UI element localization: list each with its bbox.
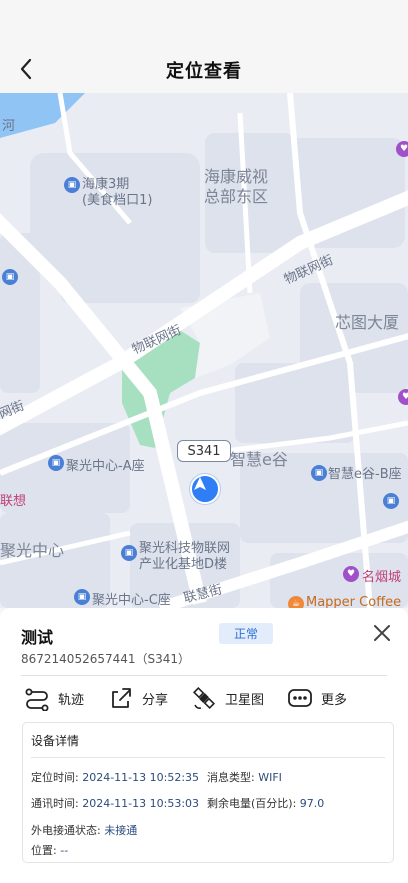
status-badge: 正常 (219, 623, 273, 644)
map-label-hikvision-hq-2: 总部东区 (204, 187, 269, 206)
position-key: 位置: (31, 844, 57, 857)
device-details-card: 设备详情 定位时间: 2024-11-13 10:52:35 消息类型: WIF… (22, 722, 394, 863)
divider (21, 675, 387, 676)
map-label-river: 河 (2, 119, 16, 134)
power-row: 外电接通状态: 未接通 (31, 822, 137, 838)
map-label-jg-tech-2: 产业化基地D楼 (139, 557, 228, 572)
map-label-meishi: (美食档口1) (82, 193, 153, 208)
satellite-button[interactable]: 卫星图 (191, 683, 264, 713)
poi-building-icon: ▣ (48, 455, 64, 471)
top-nav-bar: 定位查看 (0, 0, 408, 93)
device-imei: 867214052657441（S341） (21, 652, 191, 666)
track-label: 轨迹 (58, 692, 85, 708)
map-label-jg-center: 聚光中心 (0, 541, 65, 560)
poi-building-icon: ▣ (121, 545, 137, 561)
share-icon (108, 685, 134, 711)
battery-row: 剩余电量(百分比): 97.0 (207, 795, 324, 811)
device-name: 测试 (21, 628, 54, 647)
satellite-label: 卫星图 (225, 692, 265, 708)
battery-value: 97.0 (299, 797, 325, 810)
map-label-zhihui-egu: 智慧e谷 (230, 450, 288, 469)
map-label-xintu: 芯图大厦 (335, 313, 400, 332)
locate-time-key: 定位时间: (31, 771, 79, 784)
satellite-icon (191, 685, 217, 711)
locate-time-value: 2024-11-13 10:52:35 (82, 771, 200, 784)
share-label: 分享 (142, 692, 169, 708)
details-divider (31, 757, 385, 758)
poi-shop-icon: ♥ (396, 141, 408, 157)
poi-shop-icon: ♥ (398, 389, 408, 405)
close-icon (374, 625, 390, 641)
page-title: 定位查看 (166, 61, 242, 82)
track-route-icon (24, 685, 50, 711)
poi-coffee-icon: ☕ (288, 596, 304, 608)
map-label-jg-c: 聚光中心-C座 (92, 593, 171, 608)
comm-time-key: 通讯时间: (31, 797, 79, 810)
more-button[interactable]: 更多 (287, 683, 347, 713)
close-button[interactable] (370, 621, 394, 645)
action-bar: 轨迹 分享 卫星图 更多 (0, 683, 408, 713)
map-label-lianxiang: 联想 (0, 494, 27, 509)
poi-shop-icon: ♥ (343, 566, 359, 582)
location-marker[interactable] (190, 474, 220, 504)
position-row: 位置: -- (31, 842, 68, 858)
power-key: 外电接通状态: (31, 824, 101, 837)
comm-time-value: 2024-11-13 10:53:03 (82, 797, 200, 810)
locate-time-row: 定位时间: 2024-11-13 10:52:35 (31, 769, 199, 785)
power-value: 未接通 (104, 824, 138, 837)
share-button[interactable]: 分享 (108, 683, 168, 713)
position-value: -- (60, 844, 69, 857)
msg-type-key: 消息类型: (207, 771, 255, 784)
poi-building-icon: ▣ (311, 465, 327, 481)
poi-building-icon: ▣ (2, 269, 18, 285)
details-title: 设备详情 (31, 734, 80, 748)
msg-type-row: 消息类型: WIFI (207, 769, 282, 785)
poi-building-icon: ▣ (64, 177, 80, 193)
poi-building-icon: ▣ (74, 589, 90, 605)
map-label-mapper: Mapper Coffee (306, 595, 402, 608)
comm-time-row: 通讯时间: 2024-11-13 10:53:03 (31, 795, 199, 811)
map-view[interactable]: 河 ▣ 海康3期 (美食档口1) 海康威视 总部东区 ♥ ▣ 物联网街 物联网街… (0, 93, 408, 608)
track-button[interactable]: 轨迹 (24, 683, 84, 713)
battery-key: 剩余电量(百分比): (207, 797, 297, 810)
more-icon (287, 685, 313, 711)
map-label-jg-a: 聚光中心-A座 (66, 459, 145, 474)
map-label-mingyan: 名烟城 (362, 570, 402, 585)
more-label: 更多 (321, 692, 348, 708)
navigation-arrow-icon (194, 477, 206, 490)
road-badge: S341 (177, 440, 231, 462)
msg-type-value: WIFI (258, 771, 282, 784)
poi-building-icon: ▣ (383, 493, 399, 509)
map-label-zhihui-egu-b: 智慧e谷-B座 (328, 467, 402, 482)
